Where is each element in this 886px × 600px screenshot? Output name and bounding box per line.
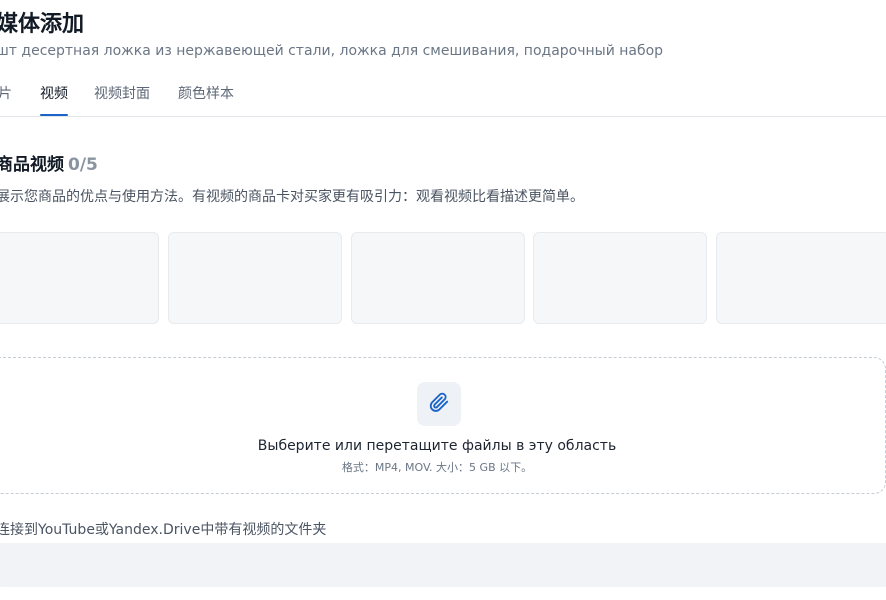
media-add-page: 媒体添加 шт десертная ложка из нержавеющей с… [0, 0, 886, 600]
video-slot-3 [351, 232, 525, 324]
tab-video[interactable]: 视频 [40, 83, 68, 116]
media-tabs: 片 视频 视频封面 颜色样本 [0, 76, 886, 117]
video-section-title: 商品视频 0/5 [0, 150, 98, 175]
dropzone-instruction: Выберите или перетащите файлы в эту обла… [257, 438, 617, 454]
video-slot-1 [0, 232, 159, 324]
video-slot-4 [533, 232, 707, 324]
video-count: 0/5 [68, 155, 98, 175]
video-dropzone[interactable]: Выберите или перетащите файлы в эту обла… [0, 357, 886, 494]
video-link-label: 连接到YouTube或Yandex.Drive中带有视频的文件夹 [0, 522, 327, 538]
product-name-subtitle: шт десертная ложка из нержавеющей стали,… [0, 43, 664, 59]
video-section-description: 展示您商品的优点与使用方法。有视频的商品卡对买家更有吸引力：观看视频比看描述更简… [0, 189, 584, 205]
paperclip-icon [428, 391, 450, 417]
tab-images[interactable]: 片 [0, 83, 12, 115]
tab-video-cover[interactable]: 视频封面 [94, 83, 150, 115]
tab-color-swatches[interactable]: 颜色样本 [178, 83, 234, 115]
video-link-input[interactable] [0, 543, 886, 587]
dropzone-format-hint: 格式：MP4, MOV. 大小：5 GB 以下。 [341, 461, 533, 474]
upload-icon-box [417, 382, 461, 426]
page-title: 媒体添加 [0, 12, 85, 37]
video-slot-5 [716, 232, 886, 324]
video-slot-2 [168, 232, 342, 324]
video-section-heading: 商品视频 [0, 155, 64, 175]
